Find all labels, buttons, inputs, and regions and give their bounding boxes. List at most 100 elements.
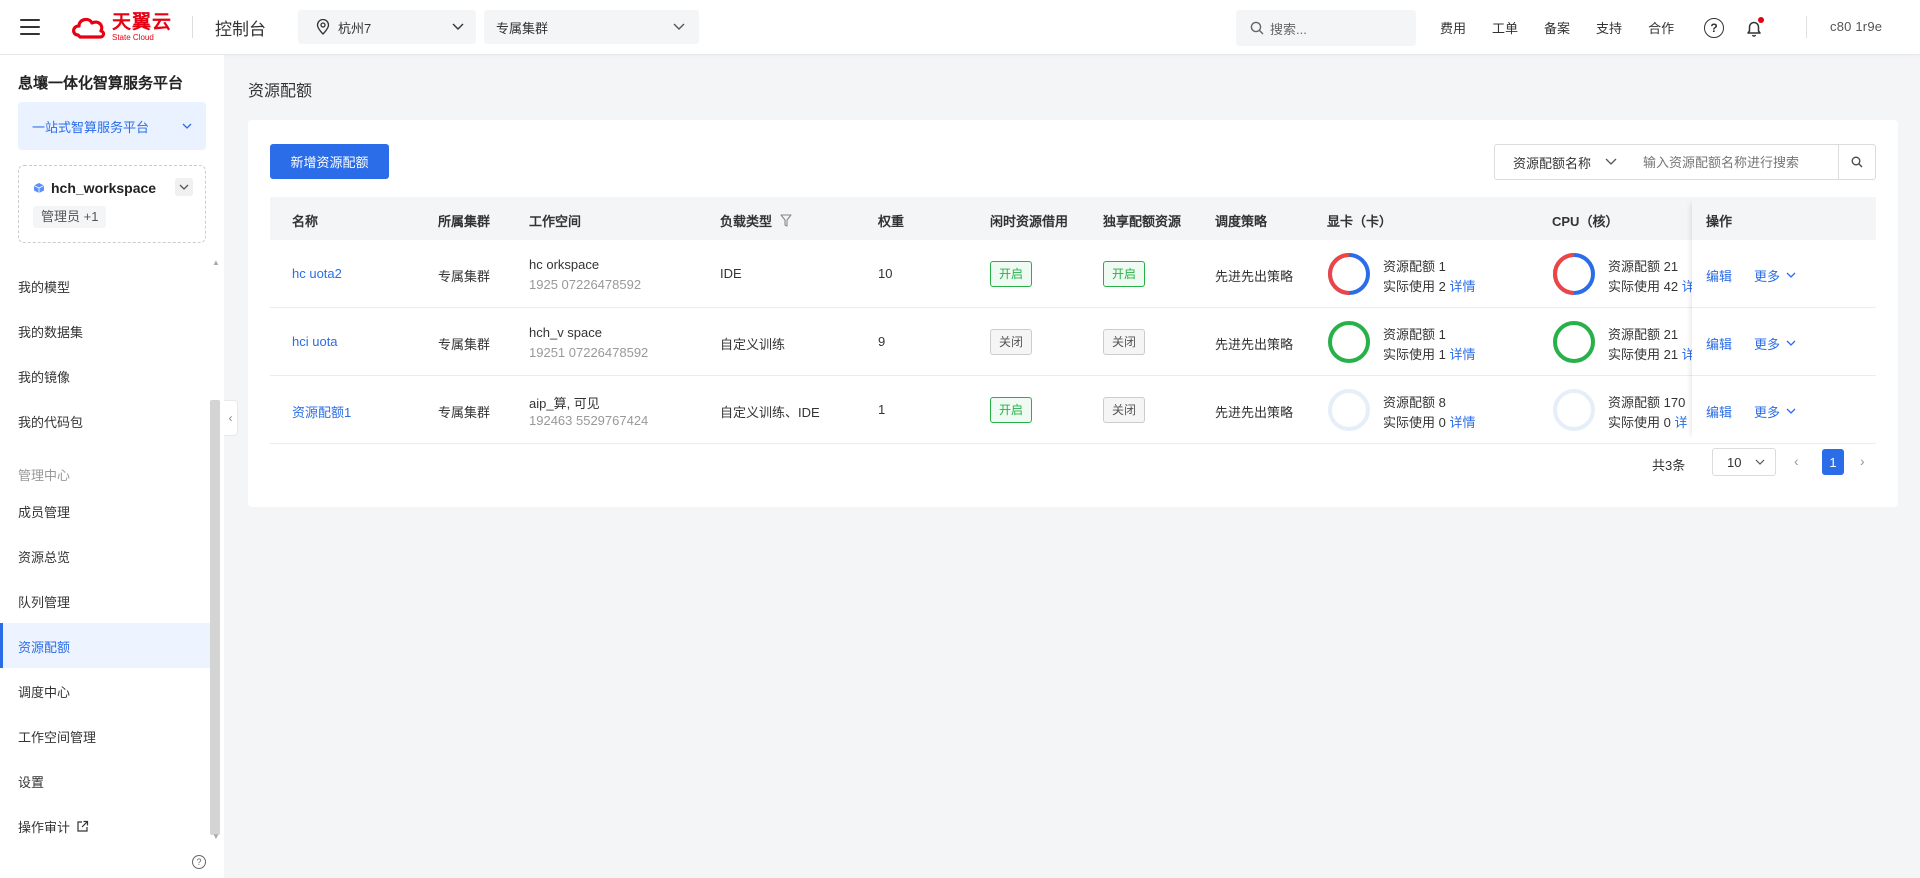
sidebar-item-members[interactable]: 成员管理 [18,502,70,521]
search-icon [1250,21,1264,35]
col-actions: 操作 [1706,214,1733,229]
link-partner[interactable]: 合作 [1648,18,1674,37]
more-label: 更多 [1754,269,1781,284]
sidebar-scrollbar[interactable] [210,400,220,835]
sidebar-item-models[interactable]: 我的模型 [18,277,70,296]
quota-name-link[interactable]: hc uota2 [292,266,342,281]
cpu-used-line: 实际使用 21 详 [1608,344,1692,363]
region-value: 杭州7 [338,20,372,36]
table-row: hc uota2 专属集群 hc orkspace 1925 072264785… [270,240,1876,308]
sidebar-item-audit-label: 操作审计 [18,820,71,835]
filter-field-select[interactable]: 资源配额名称 [1494,144,1630,180]
page-size-value: 10 [1727,454,1742,470]
sidebar-item-workspace-mgmt[interactable]: 工作空间管理 [18,727,96,746]
gpu-used: 实际使用 2 [1383,279,1446,294]
quota-search-input[interactable] [1629,144,1839,180]
top-bar: 天翼云 State Cloud 控制台 杭州7 专属集群 搜索... 费用 工单… [0,0,1920,55]
cube-icon [33,183,45,193]
col-strategy: 调度策略 [1215,214,1268,229]
cpu-used: 实际使用 0 [1608,415,1671,430]
add-quota-button[interactable]: 新增资源配额 [270,144,389,179]
link-filing[interactable]: 备案 [1544,18,1570,37]
quota-name-link[interactable]: 资源配额1 [292,402,351,421]
edit-button[interactable]: 编辑 [1706,266,1732,285]
sidebar-item-queues[interactable]: 队列管理 [18,592,70,611]
more-button[interactable]: 更多 [1754,334,1796,353]
gpu-used-line: 实际使用 0 详情 [1383,412,1475,431]
link-ticket[interactable]: 工单 [1492,18,1518,37]
col-cluster: 所属集群 [438,214,491,229]
next-page-icon[interactable]: › [1860,453,1865,469]
col-cpu: CPU（核） [1552,214,1619,229]
sidebar-item-code-packages[interactable]: 我的代码包 [18,412,83,431]
more-button[interactable]: 更多 [1754,266,1796,285]
workspace-card[interactable]: hch_workspace 管理员 +1 [18,165,206,243]
chevron-down-icon[interactable] [175,178,193,196]
global-search[interactable]: 搜索... [1236,10,1416,46]
sidebar-item-settings[interactable]: 设置 [18,772,44,791]
link-billing[interactable]: 费用 [1440,18,1466,37]
page-title: 资源配额 [248,83,313,100]
gpu-quota: 资源配额 1 [1383,259,1446,274]
col-load-type[interactable]: 负载类型 [720,211,792,230]
cpu-detail-link[interactable]: 详 [1674,415,1687,430]
logo-en: State Cloud [112,32,154,42]
strategy-cell: 先进先出策略 [1215,337,1294,352]
gpu-detail-link[interactable]: 详情 [1449,415,1475,430]
sidebar-item-resource-quota[interactable]: 资源配额 [18,637,70,656]
search-button[interactable] [1838,144,1876,180]
scroll-down-icon[interactable]: ▼ [212,832,220,841]
sidebar-collapse-button[interactable]: ‹ [224,400,238,436]
region-select[interactable]: 杭州7 [298,10,477,44]
gpu-used: 实际使用 1 [1383,347,1446,362]
sidebar-item-resource-overview[interactable]: 资源总览 [18,547,70,566]
logo[interactable]: 天翼云 State Cloud [70,7,172,47]
workspace-name: hch_workspace [33,180,156,196]
workspace-id-cell: 192463 5529767424 [529,413,649,428]
table-header: 名称 所属集群 工作空间 负载类型 权重 闲时资源借用 独享配额资源 调度策略 … [270,197,1876,240]
sidebar-item-images[interactable]: 我的镜像 [18,367,70,386]
table-row: hci uota 专属集群 hch_v space 19251 07226478… [270,308,1876,376]
sidebar-item-datasets[interactable]: 我的数据集 [18,322,83,341]
load-type-cell: IDE [720,266,742,281]
cluster-cell: 专属集群 [438,269,491,284]
strategy-cell: 先进先出策略 [1215,269,1294,284]
gpu-detail-link[interactable]: 详情 [1449,347,1475,362]
edit-button[interactable]: 编辑 [1706,334,1732,353]
filter-icon[interactable] [780,214,792,227]
link-support[interactable]: 支持 [1596,18,1622,37]
more-button[interactable]: 更多 [1754,402,1796,421]
load-type-cell: 自定义训练 [720,337,786,352]
sidebar-item-scheduling[interactable]: 调度中心 [18,682,70,701]
edit-button[interactable]: 编辑 [1706,402,1732,421]
page-size-select[interactable]: 10 [1712,448,1776,476]
platform-select-value: 一站式智算服务平台 [32,119,150,135]
cpu-detail-link[interactable]: 详 [1682,347,1692,362]
bell-icon[interactable] [1744,16,1765,38]
prev-page-icon[interactable]: ‹ [1794,453,1799,469]
menu-icon[interactable] [20,19,40,35]
user-account[interactable]: c80 1r9e [1830,19,1882,34]
cpu-detail-link[interactable]: 详 [1682,279,1692,294]
quota-name-link[interactable]: hci uota [292,334,338,349]
load-type-cell: 自定义训练、IDE [720,405,820,420]
workspace-role-badge: 管理员 +1 [33,206,107,228]
chevron-down-icon [673,23,685,30]
divider [1806,16,1807,38]
cpu-used: 实际使用 21 [1608,347,1679,362]
help-icon[interactable]: ? [192,855,206,869]
exclusive-tag: 关闭 [1103,397,1146,423]
chevron-down-icon [1786,272,1796,278]
platform-select[interactable]: 一站式智算服务平台 [18,102,206,150]
help-icon[interactable]: ? [1704,17,1725,38]
gpu-used-line: 实际使用 1 详情 [1383,344,1475,363]
chevron-down-icon [1605,158,1617,165]
cluster-select[interactable]: 专属集群 [484,10,700,44]
sidebar-item-audit[interactable]: 操作审计 [18,817,89,836]
chevron-down-icon [1786,408,1796,414]
page-number-current[interactable]: 1 [1822,449,1844,475]
gpu-detail-link[interactable]: 详情 [1449,279,1475,294]
console-link[interactable]: 控制台 [215,15,266,40]
exclusive-tag: 开启 [1103,261,1146,287]
scroll-up-icon[interactable]: ▲ [212,258,220,267]
